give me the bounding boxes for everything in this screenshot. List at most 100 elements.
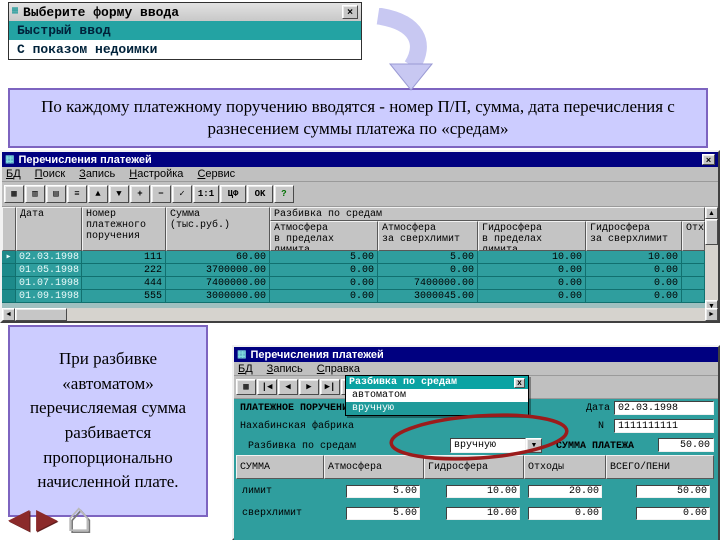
grid-icon[interactable]: ▦: [4, 185, 24, 203]
number-label: N: [598, 421, 605, 432]
menu-db[interactable]: БД: [238, 363, 253, 375]
horizontal-scrollbar[interactable]: ◄ ►: [2, 308, 718, 321]
cell-hydro-limit[interactable]: 0.00: [478, 264, 586, 277]
date-field[interactable]: 02.03.1998: [614, 401, 714, 415]
scroll-right-icon[interactable]: ►: [705, 308, 718, 321]
nav-back-icon[interactable]: ◀: [8, 505, 30, 533]
cell-sum[interactable]: 3000000.00: [166, 290, 270, 303]
cell-atm-over[interactable]: 7400000.00: [378, 277, 478, 290]
menu-search[interactable]: Поиск: [35, 168, 65, 180]
chevron-down-icon[interactable]: ▼: [526, 438, 542, 453]
grid-icon[interactable]: ▦: [236, 379, 256, 395]
cell-waste[interactable]: [682, 264, 705, 277]
cell-number[interactable]: 555: [82, 290, 166, 303]
cell-number[interactable]: 444: [82, 277, 166, 290]
remove-icon[interactable]: −: [151, 185, 171, 203]
vertical-scrollbar[interactable]: ▲ ▼: [705, 207, 718, 312]
detail-window-titlebar[interactable]: ▦ Перечисления платежей: [234, 347, 718, 362]
ok-button[interactable]: OK: [247, 185, 273, 203]
cell-hydro-over[interactable]: 10.00: [586, 251, 682, 264]
value-field[interactable]: 20.00: [528, 484, 602, 498]
close-icon[interactable]: х: [514, 377, 525, 388]
dropdown-option-auto[interactable]: автоматом: [346, 389, 528, 402]
cell-hydro-limit[interactable]: 10.00: [478, 251, 586, 264]
first-record-icon[interactable]: |◀: [257, 379, 277, 395]
prev-record-icon[interactable]: ◀: [278, 379, 298, 395]
cell-sum[interactable]: 60.00: [166, 251, 270, 264]
value-field[interactable]: 5.00: [346, 484, 420, 498]
menu-item-with-arrears[interactable]: С показом недоимки: [9, 40, 361, 59]
last-record-icon[interactable]: ▶|: [320, 379, 340, 395]
cell-atm-limit[interactable]: 0.00: [270, 277, 378, 290]
cell-waste[interactable]: [682, 290, 705, 303]
cell-number[interactable]: 222: [82, 264, 166, 277]
value-field[interactable]: 0.00: [528, 506, 602, 520]
cell-hydro-over[interactable]: 0.00: [586, 264, 682, 277]
number-field[interactable]: 1111111111: [614, 419, 714, 433]
scroll-up-icon[interactable]: ▲: [705, 207, 718, 219]
menu-settings[interactable]: Настройка: [129, 168, 183, 180]
cell-atm-over[interactable]: 0.00: [378, 264, 478, 277]
table-row[interactable]: ▸ 02.03.1998 111 60.00 5.00 5.00 10.00 1…: [2, 251, 705, 264]
value-field[interactable]: 0.00: [636, 506, 710, 520]
split-mode-combobox[interactable]: вручную ▼: [450, 438, 542, 453]
row-indicator: [2, 277, 16, 290]
cell-date[interactable]: 01.09.1998: [16, 290, 82, 303]
scroll-left-icon[interactable]: ◄: [2, 308, 15, 321]
cell-atm-limit[interactable]: 0.00: [270, 290, 378, 303]
combobox-value[interactable]: вручную: [450, 438, 526, 453]
vscroll-thumb[interactable]: [705, 219, 718, 245]
close-icon[interactable]: ×: [702, 154, 715, 165]
table-row[interactable]: 01.07.1998 444 7400000.00 0.00 7400000.0…: [2, 277, 705, 290]
dropdown-option-manual[interactable]: вручную: [346, 402, 528, 415]
sort-down-icon[interactable]: ▼: [109, 185, 129, 203]
cell-atm-over[interactable]: 5.00: [378, 251, 478, 264]
table-row[interactable]: 01.05.1998 222 3700000.00 0.00 0.00 0.00…: [2, 264, 705, 277]
menu-record[interactable]: Запись: [267, 363, 303, 375]
payment-sum-field[interactable]: 50.00: [658, 438, 714, 452]
menu-help[interactable]: Справка: [317, 363, 360, 375]
add-icon[interactable]: +: [130, 185, 150, 203]
cell-date[interactable]: 02.03.1998: [16, 251, 82, 264]
cell-atm-limit[interactable]: 0.00: [270, 264, 378, 277]
cell-hydro-over[interactable]: 0.00: [586, 290, 682, 303]
nav-home-icon[interactable]: ⌂: [66, 496, 91, 538]
date-label: Дата: [586, 403, 611, 414]
menu-record[interactable]: Запись: [79, 168, 115, 180]
cell-sum[interactable]: 3700000.00: [166, 264, 270, 277]
flow-arrow-icon: [376, 8, 434, 91]
cell-date[interactable]: 01.05.1998: [16, 264, 82, 277]
cell-atm-limit[interactable]: 5.00: [270, 251, 378, 264]
next-record-icon[interactable]: ▶: [299, 379, 319, 395]
value-field[interactable]: 10.00: [446, 506, 520, 520]
cell-atm-over[interactable]: 3000045.00: [378, 290, 478, 303]
nav-forward-icon[interactable]: ▶: [36, 505, 58, 533]
menu-service[interactable]: Сервис: [197, 168, 235, 180]
rows-icon[interactable]: ▤: [46, 185, 66, 203]
value-field[interactable]: 50.00: [636, 484, 710, 498]
menu-item-fast-input[interactable]: Быстрый ввод: [9, 21, 361, 40]
cell-date[interactable]: 01.07.1998: [16, 277, 82, 290]
value-field[interactable]: 10.00: [446, 484, 520, 498]
confirm-icon[interactable]: ✓: [172, 185, 192, 203]
value-field[interactable]: 5.00: [346, 506, 420, 520]
digits-icon[interactable]: ЦФ: [220, 185, 246, 203]
menu-db[interactable]: БД: [6, 168, 21, 180]
cell-waste[interactable]: [682, 251, 705, 264]
table-row[interactable]: 01.09.1998 555 3000000.00 0.00 3000045.0…: [2, 290, 705, 303]
list-icon[interactable]: ≡: [67, 185, 87, 203]
sort-up-icon[interactable]: ▲: [88, 185, 108, 203]
hscroll-thumb[interactable]: [15, 308, 67, 321]
close-icon[interactable]: ×: [342, 5, 358, 19]
bk-col-waste: Отходы: [524, 455, 606, 479]
one-to-one-icon[interactable]: 1:1: [193, 185, 219, 203]
columns-icon[interactable]: ▥: [25, 185, 45, 203]
cell-hydro-limit[interactable]: 0.00: [478, 290, 586, 303]
help-icon[interactable]: ?: [274, 185, 294, 203]
cell-sum[interactable]: 7400000.00: [166, 277, 270, 290]
cell-number[interactable]: 111: [82, 251, 166, 264]
payments-window-titlebar[interactable]: ▦ Перечисления платежей ×: [2, 152, 718, 167]
cell-hydro-over[interactable]: 0.00: [586, 277, 682, 290]
cell-hydro-limit[interactable]: 0.00: [478, 277, 586, 290]
cell-waste[interactable]: [682, 277, 705, 290]
